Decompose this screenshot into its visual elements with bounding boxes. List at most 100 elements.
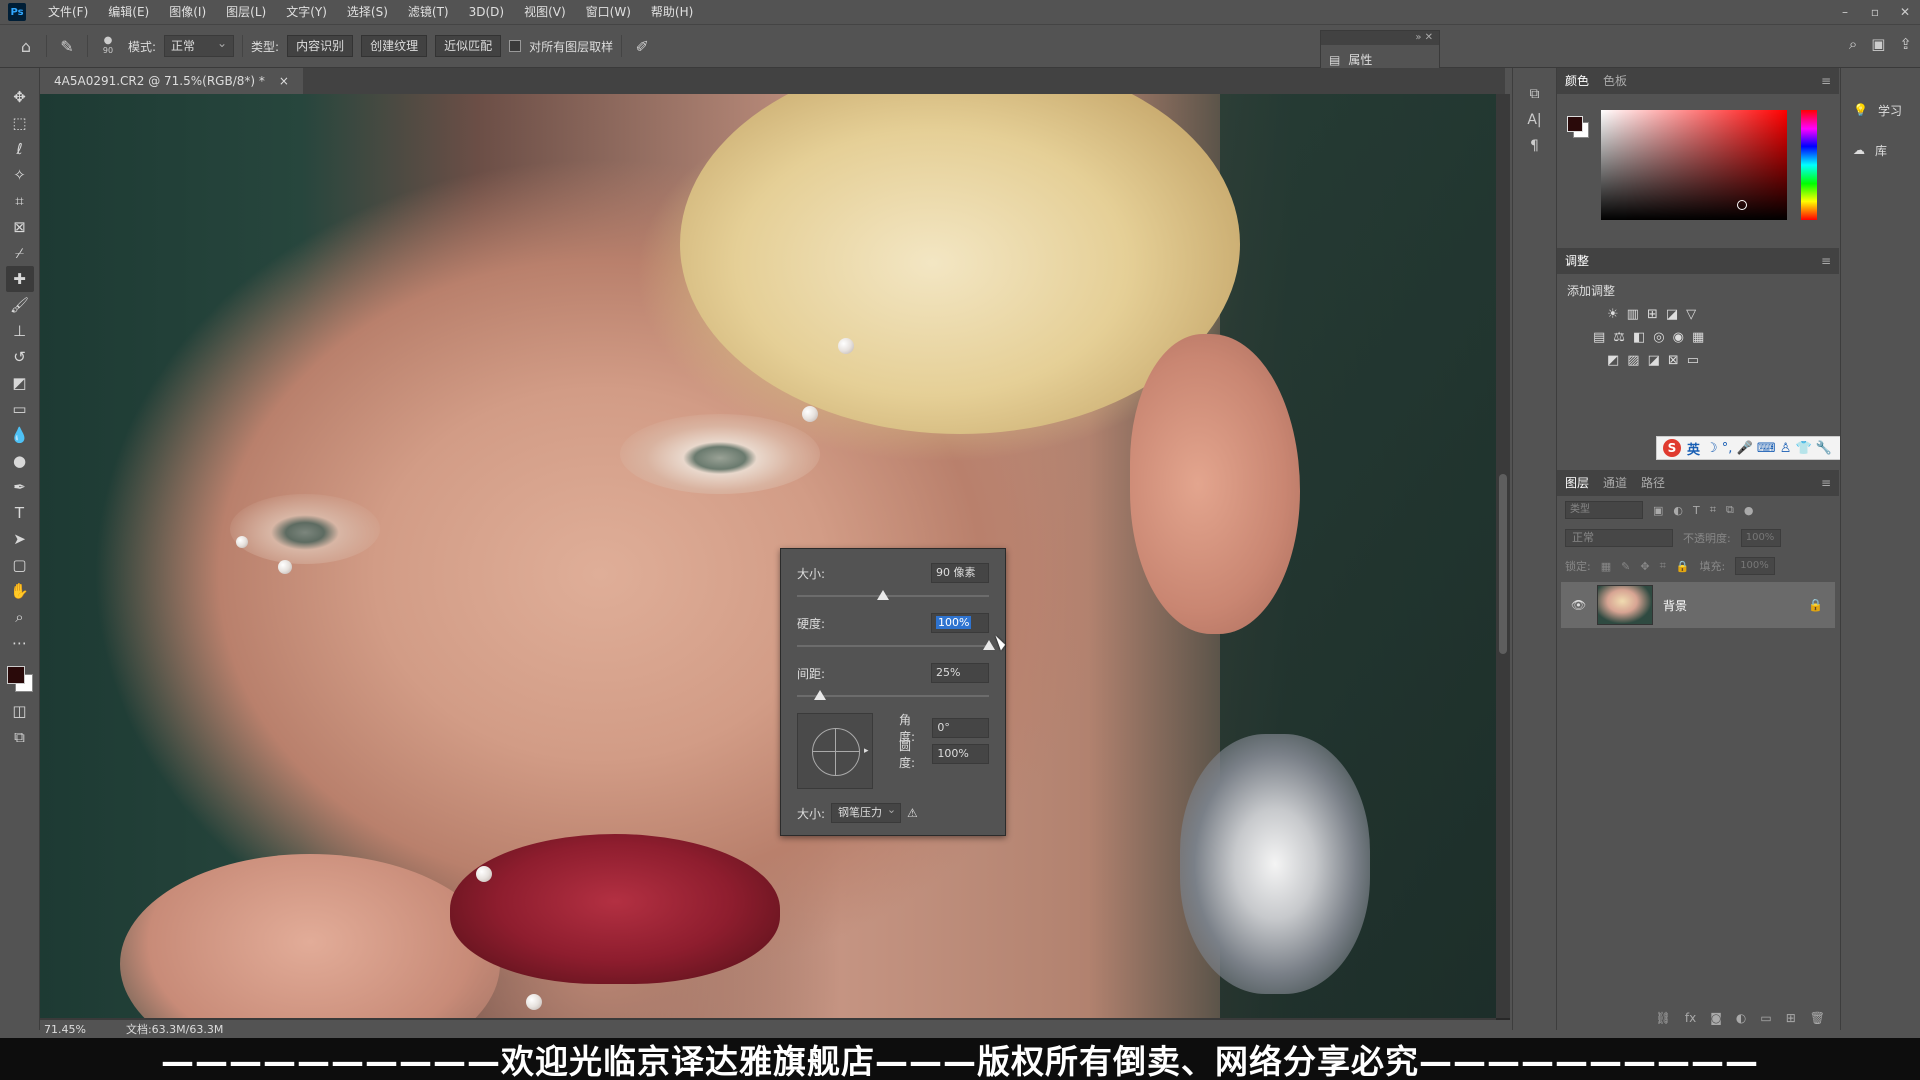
marquee-tool-icon[interactable]: ⬚ — [6, 110, 34, 136]
restore-button[interactable]: ▫ — [1860, 0, 1890, 24]
libraries-panel-button[interactable]: ☁ 库 — [1841, 130, 1920, 170]
properties-collapse-controls[interactable]: » ✕ — [1321, 31, 1439, 45]
quick-mask-icon[interactable]: ◫ — [6, 698, 34, 724]
document-tab-close-icon[interactable]: × — [279, 68, 289, 94]
adjustments-menu-icon[interactable]: ≡ — [1821, 254, 1831, 268]
spacing-slider-knob[interactable] — [814, 690, 827, 700]
panel-foreground-swatch[interactable] — [1567, 116, 1583, 132]
black-white-icon[interactable]: ◧ — [1633, 330, 1645, 345]
spacing-slider[interactable] — [797, 685, 989, 711]
create-texture-button[interactable]: 创建纹理 — [361, 35, 428, 57]
hue-saturation-icon[interactable]: ▤ — [1593, 330, 1605, 345]
vertical-scrollbar[interactable] — [1496, 94, 1510, 1018]
portrait-photo[interactable] — [40, 94, 1496, 1018]
screen-mode-icon[interactable]: ⧉ — [6, 724, 34, 750]
opacity-field[interactable]: 100% — [1740, 529, 1781, 547]
hardness-field[interactable]: 100% — [931, 613, 989, 633]
tab-layers[interactable]: 图层 — [1565, 470, 1589, 496]
menu-select[interactable]: 选择(S) — [337, 0, 398, 24]
color-panel-menu-icon[interactable]: ≡ — [1821, 74, 1831, 88]
selective-color-icon[interactable]: ⊠ — [1668, 353, 1679, 368]
threshold-icon[interactable]: ◪ — [1648, 353, 1660, 368]
zoom-tool-icon[interactable]: ⌕ — [6, 604, 34, 630]
roundness-field[interactable]: 100% — [932, 744, 989, 764]
color-picker-field[interactable] — [1601, 110, 1787, 220]
gradient-tool-icon[interactable]: ▭ — [6, 396, 34, 422]
sogou-logo-icon[interactable]: S — [1663, 439, 1681, 457]
hardness-slider-knob[interactable] — [983, 640, 995, 650]
layer-row-background[interactable]: 👁 背景 🔒 — [1561, 582, 1835, 628]
eraser-tool-icon[interactable]: ◩ — [6, 370, 34, 396]
rectangle-tool-icon[interactable]: ▢ — [6, 552, 34, 578]
foreground-color-swatch[interactable] — [6, 666, 25, 684]
filter-adjust-icon[interactable]: ◐ — [1673, 504, 1683, 517]
layers-menu-icon[interactable]: ≡ — [1821, 476, 1831, 490]
frame-tool-icon[interactable]: ⊠ — [6, 214, 34, 240]
quick-select-tool-icon[interactable]: ✧ — [6, 162, 34, 188]
channel-mixer-icon[interactable]: ◉ — [1673, 330, 1684, 345]
new-group-icon[interactable]: ▭ — [1760, 1011, 1771, 1025]
color-balance-icon[interactable]: ⚖ — [1613, 330, 1625, 345]
add-mask-icon[interactable]: ◙ — [1710, 1011, 1722, 1025]
levels-icon[interactable]: ▥ — [1627, 307, 1639, 322]
more-tools-icon[interactable]: ⋯ — [6, 630, 34, 656]
hand-tool-icon[interactable]: ✋ — [6, 578, 34, 604]
brightness-icon[interactable]: ☀ — [1607, 307, 1619, 322]
vibrance-icon[interactable]: ▽ — [1686, 307, 1696, 322]
tab-paths[interactable]: 路径 — [1641, 470, 1665, 496]
curves-icon[interactable]: ⊞ — [1647, 307, 1658, 322]
paragraph-panel-icon[interactable]: ¶ — [1530, 138, 1539, 154]
path-select-tool-icon[interactable]: ➤ — [6, 526, 34, 552]
lock-transparent-icon[interactable]: ▦ — [1601, 560, 1611, 573]
filter-shape-icon[interactable]: ⌗ — [1710, 503, 1716, 517]
menu-file[interactable]: 文件(F) — [38, 0, 98, 24]
learn-panel-button[interactable]: 💡 学习 — [1841, 90, 1920, 130]
menu-layer[interactable]: 图层(L) — [216, 0, 276, 24]
menu-3d[interactable]: 3D(D) — [459, 0, 514, 24]
blend-mode-select[interactable]: 正常 — [1565, 529, 1673, 547]
character-panel-icon[interactable]: A| — [1527, 112, 1541, 128]
history-panel-icon[interactable]: ⧉ — [1530, 86, 1540, 102]
brush-preset-picker[interactable]: ● 90 — [96, 34, 120, 58]
exposure-icon[interactable]: ◪ — [1666, 307, 1678, 322]
canvas-area[interactable] — [40, 94, 1510, 1030]
spot-healing-tool-icon[interactable]: ✚ — [5, 266, 34, 292]
brush-angle-widget[interactable]: ▸ — [797, 713, 873, 789]
workspace-icon[interactable]: ▣ — [1871, 35, 1885, 53]
new-layer-icon[interactable]: ⊞ — [1786, 1011, 1796, 1025]
hardness-slider[interactable] — [797, 635, 995, 661]
layer-name[interactable]: 背景 — [1663, 597, 1798, 614]
menu-edit[interactable]: 编辑(E) — [98, 0, 159, 24]
invert-icon[interactable]: ◩ — [1607, 353, 1619, 368]
menu-filter[interactable]: 滤镜(T) — [398, 0, 459, 24]
sample-all-layers-checkbox[interactable] — [509, 40, 522, 52]
dodge-tool-icon[interactable]: ● — [6, 448, 34, 474]
eyedropper-tool-icon[interactable]: ⌿ — [6, 240, 34, 266]
document-size[interactable]: 文档:63.3M/63.3M — [126, 1021, 223, 1037]
size-slider-knob[interactable] — [877, 590, 890, 600]
menu-image[interactable]: 图像(I) — [159, 0, 216, 24]
fill-field[interactable]: 100% — [1735, 557, 1776, 575]
type-tool-icon[interactable]: T — [6, 500, 34, 526]
color-swatches[interactable] — [5, 664, 35, 698]
menu-window[interactable]: 窗口(W) — [576, 0, 641, 24]
crop-tool-icon[interactable]: ⌗ — [6, 188, 34, 214]
stamp-tool-icon[interactable]: ⊥ — [6, 318, 34, 344]
close-button[interactable]: ✕ — [1890, 0, 1920, 24]
tab-channels[interactable]: 通道 — [1603, 470, 1627, 496]
link-layers-icon[interactable]: ⛓ — [1656, 1011, 1671, 1025]
delete-layer-icon[interactable]: 🗑 — [1810, 1011, 1825, 1025]
menu-view[interactable]: 视图(V) — [514, 0, 576, 24]
pen-tool-icon[interactable]: ✒ — [6, 474, 34, 500]
lock-artboard-icon[interactable]: ⌗ — [1660, 559, 1666, 573]
color-lookup-icon[interactable]: ▦ — [1692, 330, 1704, 345]
move-tool-icon[interactable]: ✥ — [6, 84, 34, 110]
filter-smart-icon[interactable]: ⧉ — [1726, 503, 1734, 517]
hue-slider[interactable] — [1801, 110, 1817, 220]
document-tab[interactable]: 4A5A0291.CR2 @ 71.5%(RGB/8*) * × — [40, 68, 303, 94]
pen-pressure-select[interactable]: 钢笔压力 — [831, 801, 902, 823]
lasso-tool-icon[interactable]: ℓ — [6, 136, 34, 162]
photo-filter-icon[interactable]: ◎ — [1653, 330, 1664, 345]
properties-title[interactable]: 属性 — [1348, 51, 1372, 68]
visibility-eye-icon[interactable]: 👁 — [1571, 598, 1587, 612]
